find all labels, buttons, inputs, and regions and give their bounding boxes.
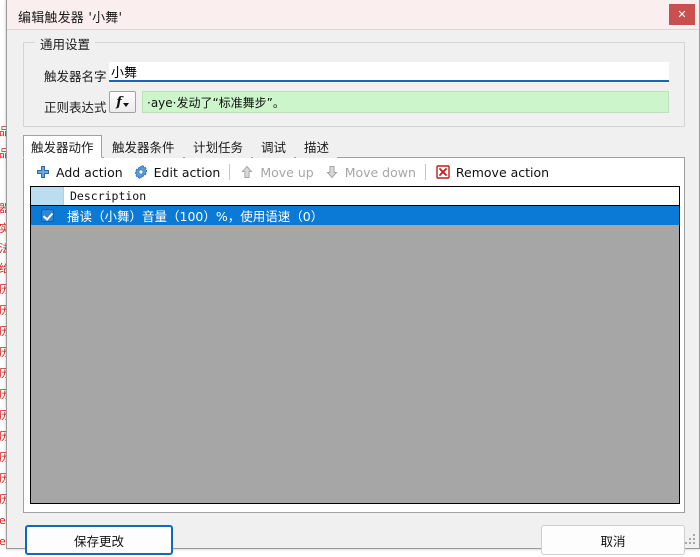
regex-label: 正则表达式 (44, 100, 107, 115)
dialog-client-area: 通用设置 触发器名字 正则表达式 f 触发器动作 触发器条件 计划任务 调试 描述 (7, 31, 699, 555)
chevron-down-icon (122, 102, 129, 107)
function-picker-button[interactable]: f (109, 91, 136, 113)
regex-input[interactable] (142, 91, 669, 113)
tab-label: 描述 (304, 140, 330, 155)
tab-panel-trigger-actions: Add action Edit action Move up Move down… (23, 158, 685, 513)
tab-0[interactable]: 触发器动作 (23, 135, 102, 158)
general-settings-title: 通用设置 (35, 34, 96, 53)
list-header-row: Description (31, 187, 679, 206)
list-rows-container: 播读（小舞）音量（100）%，使用语速（0） (31, 206, 679, 225)
move-up-label: Move up (260, 164, 314, 180)
remove-action-label: Remove action (455, 164, 550, 180)
tab-3[interactable]: 调试 (253, 135, 295, 158)
fx-icon: f (116, 94, 122, 110)
save-button[interactable]: 保存更改 (25, 525, 173, 555)
toolbar-separator (229, 164, 231, 180)
row-checkbox-cell[interactable] (31, 206, 64, 225)
remove-action-button[interactable]: Remove action (430, 161, 554, 183)
tab-label: 触发器条件 (112, 140, 175, 155)
general-settings-group: 通用设置 触发器名字 正则表达式 f (23, 34, 685, 127)
add-action-button[interactable]: Add action (30, 161, 128, 183)
gear-icon (133, 164, 149, 180)
toolbar-separator-2 (424, 164, 426, 180)
grip-dot (685, 542, 687, 544)
actions-toolbar: Add action Edit action Move up Move down… (24, 158, 684, 186)
move-down-button[interactable]: Move down (319, 161, 421, 183)
trigger-name-label: 触发器名字 (44, 69, 107, 84)
close-icon[interactable]: ✕ (669, 4, 695, 25)
cancel-button[interactable]: 取消 (541, 525, 685, 555)
grip-dot (693, 534, 695, 536)
grip-dot (693, 538, 695, 540)
move-down-label: Move down (344, 164, 416, 180)
tab-1[interactable]: 触发器条件 (104, 135, 183, 158)
resize-grip[interactable] (685, 534, 696, 545)
arrow-up-icon (239, 164, 255, 180)
trigger-name-input[interactable] (109, 62, 669, 82)
delete-x-icon (435, 164, 451, 180)
column-header-description[interactable]: Description (64, 187, 679, 205)
tab-2[interactable]: 计划任务 (185, 135, 252, 158)
add-action-label: Add action (56, 164, 123, 180)
tab-4[interactable]: 描述 (296, 135, 338, 158)
title-bar: 编辑触发器 '小舞' ✕ (7, 0, 699, 30)
grip-dot (689, 538, 691, 540)
column-header-check[interactable] (31, 187, 64, 205)
tab-label: 调试 (261, 140, 287, 155)
grip-dot (693, 542, 695, 544)
edit-action-button[interactable]: Edit action (128, 161, 226, 183)
tab-label: 计划任务 (193, 140, 244, 155)
table-row[interactable]: 播读（小舞）音量（100）%，使用语速（0） (31, 206, 679, 225)
checkbox-checked-icon[interactable] (41, 209, 54, 222)
window-title: 编辑触发器 '小舞' (18, 11, 123, 26)
move-up-button[interactable]: Move up (234, 161, 318, 183)
tab-label: 触发器动作 (31, 140, 94, 155)
tab-strip: 触发器动作 触发器条件 计划任务 调试 描述 (23, 135, 685, 158)
row-description: 播读（小舞）音量（100）%，使用语速（0） (67, 209, 324, 224)
edit-trigger-dialog: 编辑触发器 '小舞' ✕ 通用设置 触发器名字 正则表达式 f 触发器动作触发器… (6, 0, 700, 555)
actions-list[interactable]: Description 播读（小舞）音量（100）%，使用语速（0） (30, 186, 680, 504)
arrow-down-icon (324, 164, 340, 180)
grip-dot (689, 542, 691, 544)
edit-action-label: Edit action (153, 164, 221, 180)
plus-icon (35, 164, 51, 180)
